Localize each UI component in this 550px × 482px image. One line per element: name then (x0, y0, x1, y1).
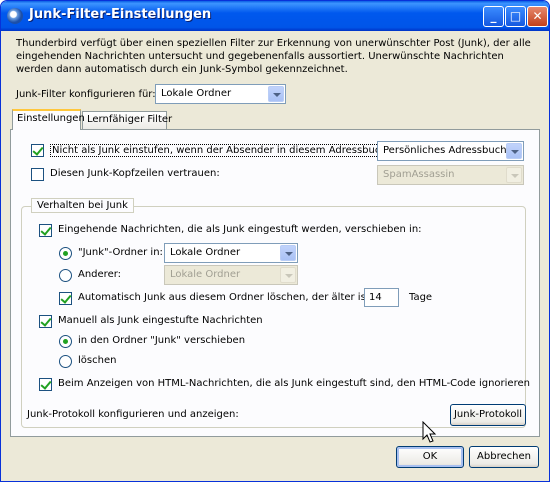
junk-headers-checkbox[interactable] (31, 168, 44, 181)
close-button[interactable]: ✕ (527, 6, 548, 27)
move-incoming-label: Eingehende Nachrichten, die als Junk ein… (58, 224, 422, 235)
junk-folder-select[interactable]: Lokale Ordner (164, 243, 298, 263)
addressbook-checkbox[interactable] (31, 144, 44, 157)
chevron-down-icon[interactable] (506, 143, 522, 159)
cancel-button[interactable]: Abbrechen (469, 446, 539, 468)
ignore-html-checkbox[interactable] (39, 378, 52, 391)
manual-junk-label: Manuell als Junk eingestufte Nachrichten (58, 315, 263, 326)
tab-settings[interactable]: Einstellungen (12, 109, 85, 130)
chevron-down-icon (506, 167, 522, 183)
settings-panel: Nicht als Junk einstufen, wenn der Absen… (10, 129, 540, 437)
auto-delete-days-input[interactable]: 14 (364, 288, 399, 307)
addressbook-label: Nicht als Junk einstufen, wenn der Absen… (50, 144, 408, 157)
other-folder-label: Anderer: (78, 269, 122, 280)
move-to-junk-label: in den Ordner "Junk" verschieben (78, 335, 246, 346)
chevron-down-icon[interactable] (280, 245, 296, 261)
title-bar[interactable]: Junk-Filter-Einstellungen _ □ ✕ (1, 1, 549, 31)
delete-radio[interactable] (59, 355, 72, 368)
configure-for-label: Junk-Filter konfigurieren für: (16, 89, 156, 100)
junk-folder-radio[interactable] (59, 247, 72, 260)
move-incoming-checkbox[interactable] (39, 224, 52, 237)
chevron-down-icon (280, 267, 296, 283)
addressbook-select[interactable]: Persönliches Adressbuch (377, 141, 524, 161)
junk-folder-label: "Junk"-Ordner in: (78, 247, 163, 258)
junk-log-button[interactable]: Junk-Protokoll (450, 404, 526, 426)
mouse-cursor-icon (422, 421, 437, 443)
auto-delete-label: Automatisch Junk aus diesem Ordner lösch… (78, 292, 388, 303)
junk-log-label: Junk-Protokoll konfigurieren und anzeige… (27, 409, 239, 420)
move-to-junk-radio[interactable] (59, 335, 72, 348)
intro-text: Thunderbird verfügt über einen spezielle… (16, 38, 531, 75)
delete-label: löschen (78, 355, 117, 366)
junk-behavior-legend: Verhalten bei Junk (31, 198, 134, 213)
ignore-html-label: Beim Anzeigen von HTML-Nachrichten, die … (58, 378, 530, 389)
dialog-window: Junk-Filter-Einstellungen _ □ ✕ Thunderb… (0, 0, 550, 482)
window-title: Junk-Filter-Einstellungen (29, 7, 212, 22)
junk-headers-label: Diesen Junk-Kopfzeilen vertrauen: (50, 168, 220, 179)
dialog-content: Thunderbird verfügt über einen spezielle… (4, 31, 546, 479)
thunderbird-icon (7, 8, 23, 24)
chevron-down-icon[interactable] (268, 86, 284, 102)
manual-junk-checkbox[interactable] (39, 315, 52, 328)
days-unit-label: Tage (409, 292, 433, 303)
junk-headers-select: SpamAssassin (377, 165, 524, 185)
other-folder-radio[interactable] (59, 269, 72, 282)
other-folder-select: Lokale Ordner (164, 265, 298, 285)
auto-delete-checkbox[interactable] (59, 292, 72, 305)
ok-button[interactable]: OK (396, 446, 464, 468)
maximize-button[interactable]: □ (505, 6, 526, 27)
tab-adaptive-filter[interactable]: Lernfähiger Filter (82, 111, 172, 129)
account-select[interactable]: Lokale Ordner (155, 84, 286, 104)
minimize-button[interactable]: _ (483, 6, 504, 27)
